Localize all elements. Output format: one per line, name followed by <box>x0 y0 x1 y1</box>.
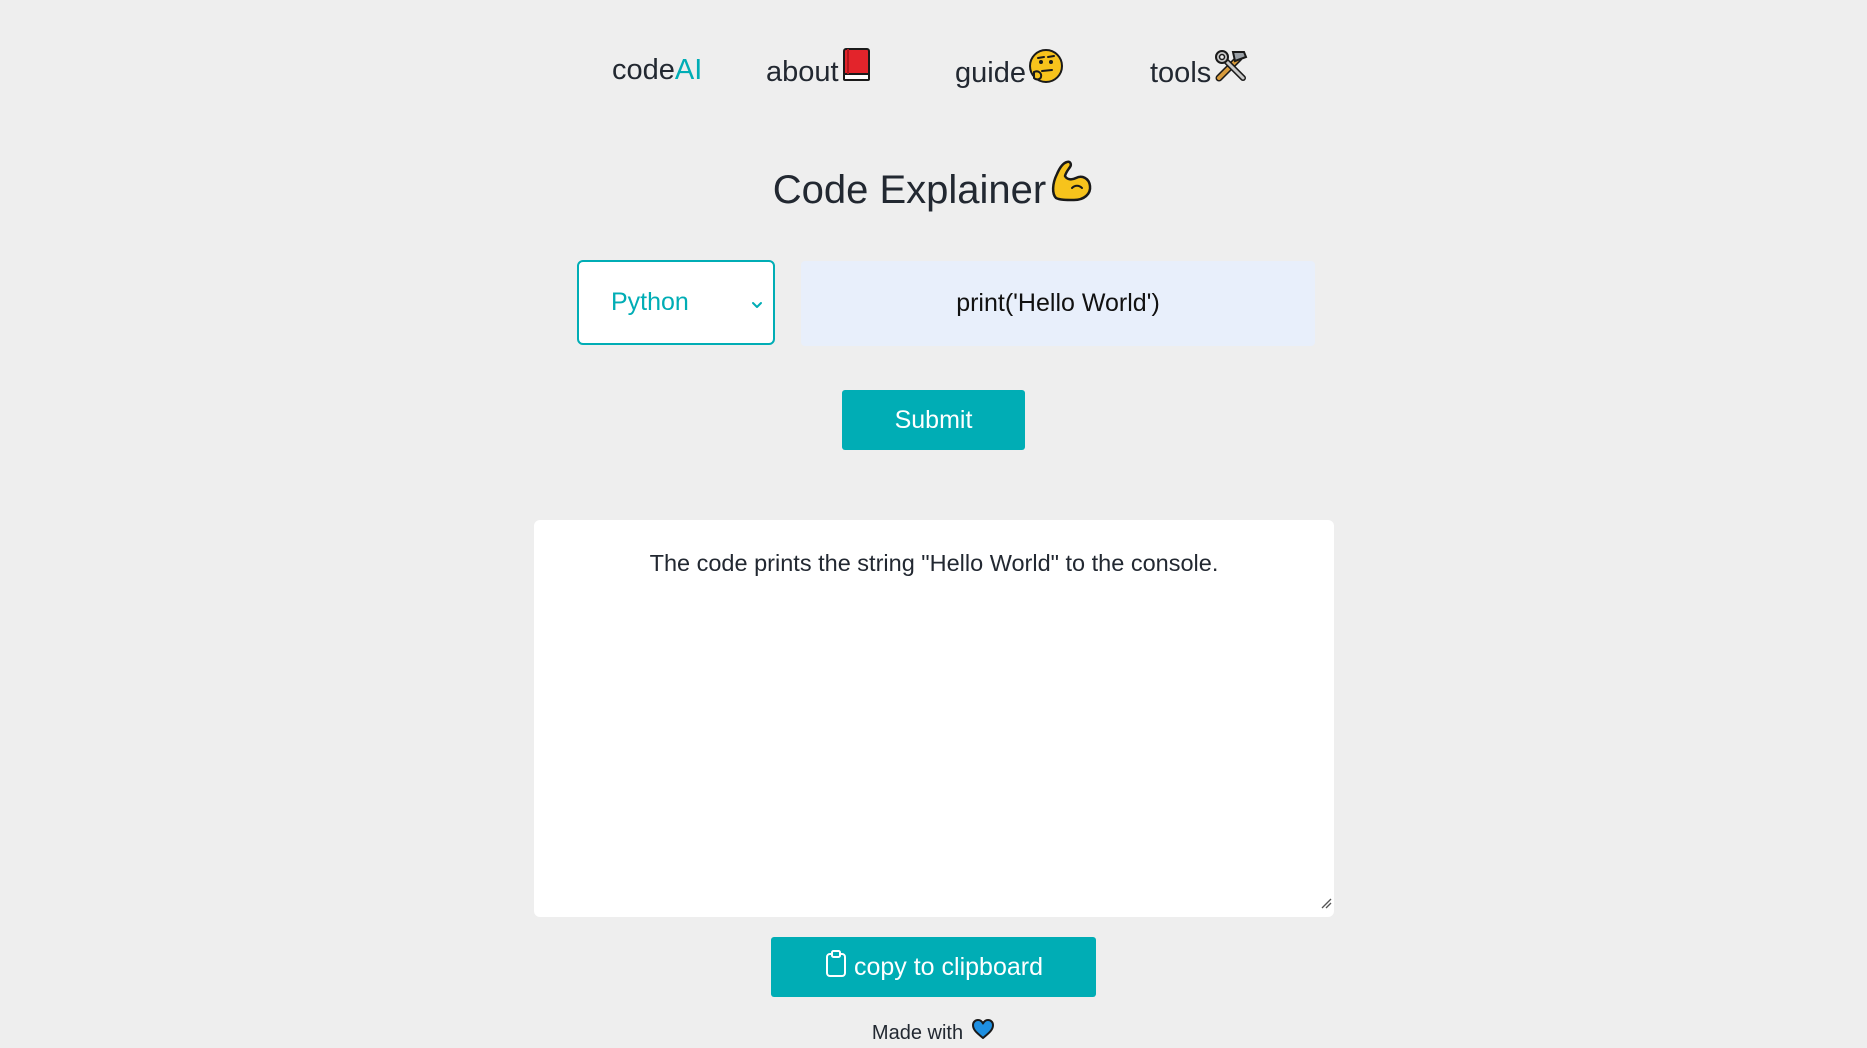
submit-button-label: Submit <box>894 405 973 434</box>
brand-accent: AI <box>674 54 703 86</box>
code-input[interactable]: print('Hello World') <box>801 261 1315 346</box>
chevron-down-icon <box>747 293 767 322</box>
copy-to-clipboard-button[interactable]: copy to clipboard <box>771 937 1096 997</box>
thinking-face-icon <box>1028 48 1064 97</box>
brand-prefix: code <box>612 54 675 86</box>
top-nav: code AI about guide tools <box>0 48 1867 92</box>
clipboard-icon <box>824 949 848 985</box>
page-title-text: Code Explainer <box>772 167 1047 212</box>
nav-brand-logo[interactable]: code AI <box>612 48 702 92</box>
resize-handle-icon[interactable] <box>1320 888 1332 915</box>
footer: Made with <box>0 1018 1867 1048</box>
language-select[interactable]: Python <box>577 260 775 345</box>
nav-tools-label: tools <box>1150 56 1212 89</box>
nav-guide-link[interactable]: guide <box>955 48 1064 97</box>
hammer-wrench-icon <box>1213 48 1249 97</box>
red-book-icon <box>841 48 871 95</box>
page-title: Code Explainer <box>0 158 1867 221</box>
nav-guide-label: guide <box>955 56 1026 89</box>
nav-about-label: about <box>766 55 839 88</box>
code-input-value: print('Hello World') <box>956 289 1160 317</box>
explanation-text: The code prints the string "Hello World"… <box>649 550 1219 576</box>
explanation-output[interactable]: The code prints the string "Hello World"… <box>534 520 1334 917</box>
flexed-biceps-icon <box>1048 158 1094 221</box>
nav-about-link[interactable]: about <box>766 48 871 95</box>
footer-text: Made with <box>871 1022 964 1044</box>
copy-button-label: copy to clipboard <box>853 952 1043 981</box>
submit-button[interactable]: Submit <box>842 390 1025 450</box>
nav-tools-link[interactable]: tools <box>1150 48 1249 97</box>
language-select-value: Python <box>611 288 689 316</box>
blue-heart-icon <box>971 1018 995 1048</box>
